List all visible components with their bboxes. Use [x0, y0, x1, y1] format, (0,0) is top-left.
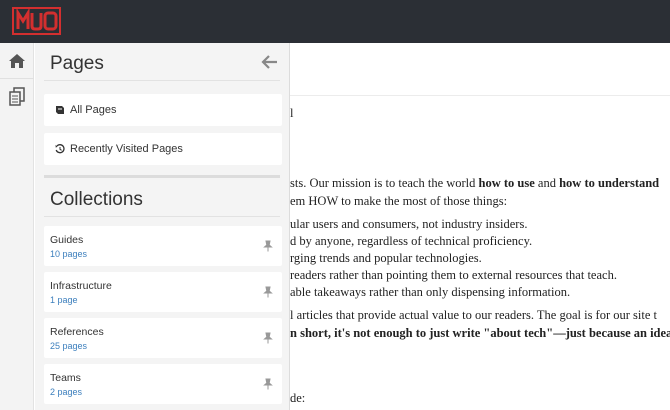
arrow-left-icon[interactable] — [261, 54, 279, 70]
content-line: able takeaways rather than only dispensi… — [290, 285, 571, 299]
divider — [44, 80, 280, 81]
pages-panel: Pages All Pages Recently Visited Pages C… — [35, 43, 290, 410]
content-line: l — [290, 106, 294, 120]
history-icon — [55, 144, 65, 154]
content-line: em HOW to make the most of those things: — [290, 194, 508, 208]
collection-item-infrastructure[interactable]: Infrastructure 1 page — [44, 272, 282, 312]
home-button[interactable] — [0, 43, 34, 79]
content-line: ular users and consumers, not industry i… — [290, 217, 528, 231]
pages-button[interactable] — [0, 79, 34, 115]
collections-title: Collections — [50, 189, 143, 210]
all-pages-link[interactable]: All Pages — [44, 94, 282, 126]
pin-icon[interactable] — [263, 240, 273, 252]
section-divider — [44, 175, 280, 178]
collection-item-teams[interactable]: Teams 2 pages — [44, 364, 282, 404]
pin-icon[interactable] — [263, 332, 273, 344]
content-line: d by anyone, regardless of technical pro… — [290, 234, 533, 248]
pin-icon[interactable] — [263, 378, 273, 390]
collection-count[interactable]: 1 page — [50, 295, 78, 305]
left-rail — [0, 43, 34, 410]
collection-name: Teams — [50, 372, 81, 384]
book-icon — [56, 106, 64, 114]
content-line: de: — [290, 391, 306, 405]
collection-item-guides[interactable]: Guides 10 pages — [44, 226, 282, 266]
content-line: sts. Our mission is to teach the world h… — [290, 176, 660, 190]
collection-item-references[interactable]: References 25 pages — [44, 318, 282, 358]
page-content: l sts. Our mission is to teach the world… — [290, 43, 670, 410]
panel-title: Pages — [50, 53, 104, 74]
muo-logo[interactable] — [12, 7, 61, 35]
home-icon — [9, 53, 25, 68]
documents-icon — [9, 87, 25, 106]
divider — [44, 216, 280, 217]
recently-visited-label: Recently Visited Pages — [70, 143, 183, 155]
collection-count[interactable]: 10 pages — [50, 249, 87, 259]
recently-visited-link[interactable]: Recently Visited Pages — [44, 133, 282, 165]
top-bar — [0, 0, 670, 43]
content-line: readers rather than pointing them to ext… — [290, 268, 617, 282]
content-line: l articles that provide actual value to … — [290, 308, 658, 322]
content-line: rging trends and popular technologies. — [290, 251, 482, 265]
collection-count[interactable]: 2 pages — [50, 387, 82, 397]
collection-name: References — [50, 326, 104, 338]
collection-name: Guides — [50, 234, 84, 246]
content-header — [290, 43, 670, 96]
all-pages-label: All Pages — [70, 104, 117, 116]
content-line: n short, it's not enough to just write "… — [290, 326, 670, 340]
collection-name: Infrastructure — [50, 280, 112, 292]
collection-count[interactable]: 25 pages — [50, 341, 87, 351]
pin-icon[interactable] — [263, 286, 273, 298]
